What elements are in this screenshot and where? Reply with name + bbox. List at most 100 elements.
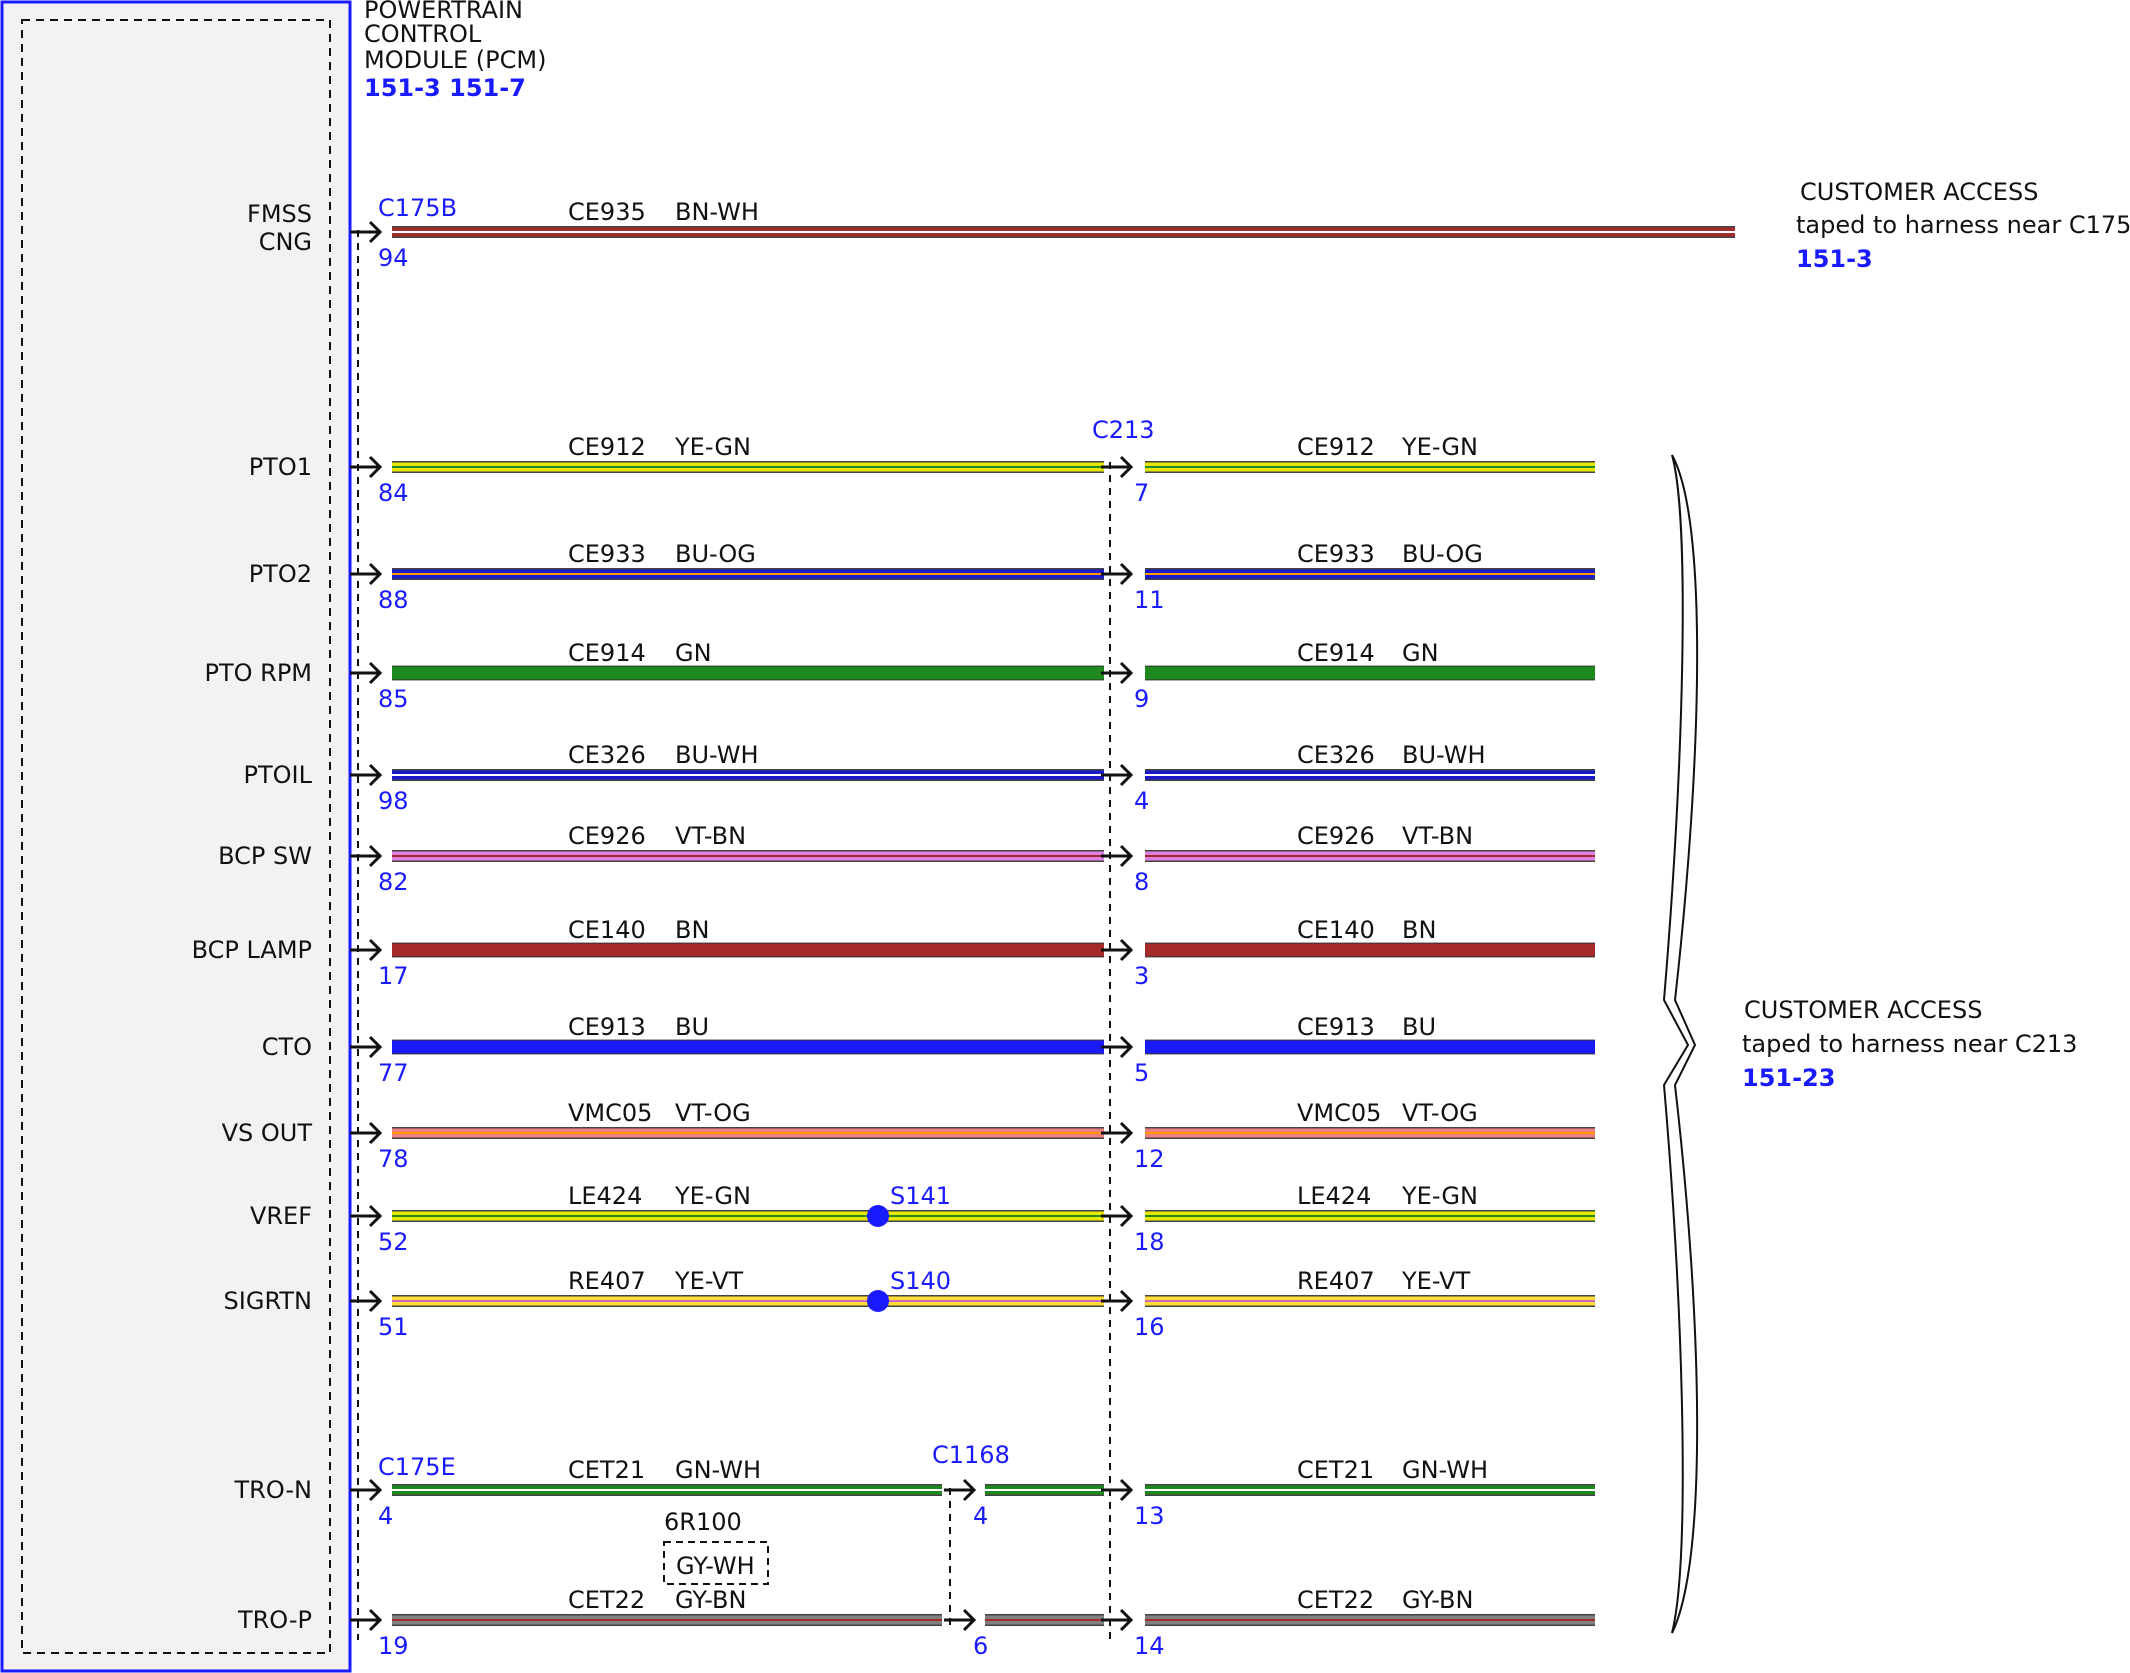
c213-pin-number: 8 — [1134, 868, 1149, 896]
circuit-id: RE407 — [568, 1267, 646, 1295]
circuit-id: CE326 — [568, 741, 646, 769]
signal-label: FMSS — [247, 200, 312, 228]
wire-color-code: BN — [1402, 916, 1436, 944]
wiring-diagram: POWERTRAIN CONTROL MODULE (PCM) 151-3 15… — [0, 0, 2130, 1673]
circuit-id: CE914 — [568, 639, 646, 667]
circuit-id: LE424 — [568, 1182, 642, 1210]
wire-3-body — [392, 666, 1104, 680]
pcm-pin-number: 85 — [378, 685, 409, 713]
pcm-pin-arrow-icon — [350, 763, 383, 787]
splice-label: S140 — [890, 1267, 951, 1295]
circuit-id: CE914 — [1297, 639, 1375, 667]
circuit-id: VMC05 — [568, 1099, 652, 1127]
pcm-pin-number: 52 — [378, 1228, 409, 1256]
splice-dot — [867, 1205, 889, 1227]
c213-pin-arrow-icon — [1101, 1608, 1134, 1632]
access-main-line-1: CUSTOMER ACCESS — [1744, 996, 1982, 1024]
pcm-pin-arrow-icon — [350, 1608, 383, 1632]
wire-3-body — [1145, 666, 1595, 680]
access-top-ref-link[interactable]: 151-3 — [1796, 245, 1873, 273]
access-main-line-2: taped to harness near C213 — [1742, 1030, 2077, 1058]
signal-label: VREF — [250, 1202, 312, 1230]
pcm-pin-arrow-icon — [350, 844, 383, 868]
signal-label: BCP SW — [218, 842, 312, 870]
signal-label: SIGRTN — [224, 1287, 312, 1315]
c213-pin-arrow-icon — [1101, 562, 1134, 586]
circuit-id: CE926 — [1297, 822, 1375, 850]
pcm-pin-number: 82 — [378, 868, 409, 896]
access-main-ref-link[interactable]: 151-23 — [1742, 1064, 1835, 1092]
pcm-pin-number: 88 — [378, 586, 409, 614]
signal-label: PTO2 — [249, 560, 312, 588]
circuit-id: RE407 — [1297, 1267, 1375, 1295]
wire-color-code: YE-GN — [1401, 433, 1478, 461]
circuit-id: VMC05 — [1297, 1099, 1381, 1127]
c213-pin-arrow-icon — [1101, 455, 1134, 479]
signal-label: TRO-N — [233, 1476, 312, 1504]
wire-color-code: GY-BN — [1402, 1586, 1473, 1614]
wire-color-code: BU-WH — [1402, 741, 1486, 769]
wire-color-code: BN — [675, 916, 709, 944]
module-refs-link[interactable]: 151-3 151-7 — [364, 74, 526, 102]
connector-c175e-label: C175E — [378, 1453, 456, 1481]
pcm-pin-number: 17 — [378, 962, 409, 990]
circuit-id: CE933 — [1297, 540, 1375, 568]
wire-color-code: YE-GN — [1401, 1182, 1478, 1210]
wire-color-code: BU — [1402, 1013, 1436, 1041]
circuit-id: CET22 — [568, 1586, 645, 1614]
c213-pin-number: 11 — [1134, 586, 1165, 614]
c213-pin-arrow-icon — [1101, 763, 1134, 787]
signal-label: TRO-P — [237, 1606, 312, 1634]
wire-color-code: VT-BN — [1402, 822, 1473, 850]
circuit-id: CE926 — [568, 822, 646, 850]
c213-pin-number: 14 — [1134, 1632, 1165, 1660]
wire-color-code: GN — [1402, 639, 1439, 667]
circuit-id: CE140 — [1297, 916, 1375, 944]
signal-label: BCP LAMP — [192, 936, 312, 964]
pcm-pin-arrow-icon — [350, 455, 383, 479]
pcm-pin-arrow-icon — [350, 220, 383, 244]
c213-pin-arrow-icon — [1101, 661, 1134, 685]
wire-7-body — [392, 1040, 1104, 1054]
c213-pin-arrow-icon — [1101, 1121, 1134, 1145]
pcm-pin-arrow-icon — [350, 938, 383, 962]
wire-color-code: YE-VT — [674, 1267, 743, 1295]
circuit-id: CE326 — [1297, 741, 1375, 769]
wire-color-code: YE-VT — [1401, 1267, 1470, 1295]
access-top-line-1: CUSTOMER ACCESS — [1800, 178, 2038, 206]
circuit-id: CE140 — [568, 916, 646, 944]
connector-c175b-label: C175B — [378, 194, 457, 222]
pcm-pin-arrow-icon — [350, 1121, 383, 1145]
pcm-pin-arrow-icon — [350, 661, 383, 685]
c213-pin-number: 18 — [1134, 1228, 1165, 1256]
c1168-pin-arrow-icon — [944, 1478, 977, 1502]
circuit-id: CE912 — [1297, 433, 1375, 461]
c213-pin-arrow-icon — [1101, 1035, 1134, 1059]
module-title-line-2: CONTROL — [364, 20, 482, 48]
circuit-id: CET21 — [1297, 1456, 1374, 1484]
access-top-line-2: taped to harness near C175B — [1796, 211, 2130, 239]
c213-pin-number: 4 — [1134, 787, 1149, 815]
pcm-pin-arrow-icon — [350, 562, 383, 586]
c213-pin-arrow-icon — [1101, 938, 1134, 962]
circuit-id: LE424 — [1297, 1182, 1371, 1210]
wire-color-code: VT-OG — [1402, 1099, 1478, 1127]
pcm-pin-number: 94 — [378, 244, 409, 272]
pcm-pin-number: 77 — [378, 1059, 409, 1087]
component-name: 6R100 — [664, 1508, 742, 1536]
circuit-id: CET22 — [1297, 1586, 1374, 1614]
pcm-pin-arrow-icon — [350, 1289, 383, 1313]
wire-color-code: VT-BN — [675, 822, 746, 850]
wire-color-code: GN-WH — [675, 1456, 761, 1484]
signal-label: VS OUT — [222, 1119, 313, 1147]
splice-dot — [867, 1290, 889, 1312]
wire-7-body — [1145, 1040, 1595, 1054]
signal-label: CTO — [262, 1033, 312, 1061]
circuit-id: CE912 — [568, 433, 646, 461]
wire-color-code: GN — [675, 639, 712, 667]
c213-pin-number: 9 — [1134, 685, 1149, 713]
c213-pin-arrow-icon — [1101, 1478, 1134, 1502]
pcm-pin-number: 4 — [378, 1502, 393, 1530]
pcm-pin-arrow-icon — [350, 1204, 383, 1228]
wire-color-code: GN-WH — [1402, 1456, 1488, 1484]
